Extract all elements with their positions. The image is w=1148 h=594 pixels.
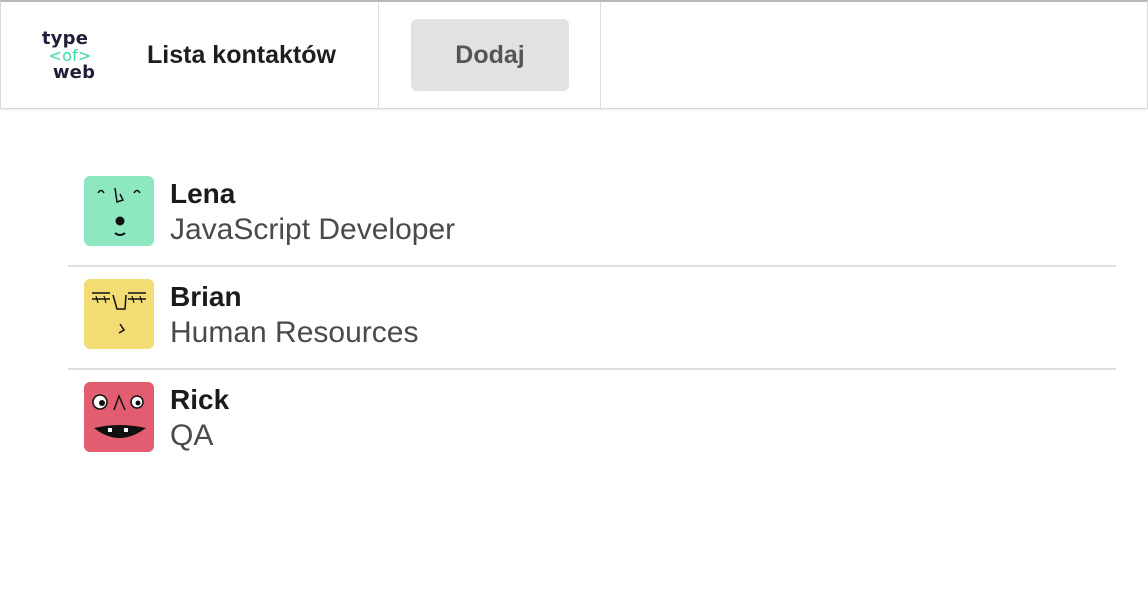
logo-text-line-1: type [41, 27, 89, 49]
contact-name: Brian [170, 281, 242, 312]
contact-info: Brian Human Resources [170, 279, 418, 351]
contact-list: Lena JavaScript Developer Brian Human Re… [68, 164, 1116, 473]
top-navbar: type <of> web Lista kontaktów Dodaj [0, 0, 1148, 109]
face-avatar-icon [92, 292, 146, 334]
contact-list-item[interactable]: Lena JavaScript Developer [68, 164, 1116, 267]
contact-name: Rick [170, 384, 230, 415]
action-section: Dodaj [379, 2, 601, 108]
contact-name: Lena [170, 178, 236, 209]
type-of-web-logo[interactable]: type <of> web [37, 25, 103, 85]
logo-text-line-3: web [52, 61, 96, 83]
contact-info: Lena JavaScript Developer [170, 176, 455, 248]
add-contact-button[interactable]: Dodaj [411, 19, 569, 91]
app-window: type <of> web Lista kontaktów Dodaj Lena… [0, 0, 1148, 594]
contact-list-item[interactable]: Rick QA [68, 370, 1116, 473]
contact-list-item[interactable]: Brian Human Resources [68, 267, 1116, 370]
brand-section: type <of> web Lista kontaktów [1, 2, 379, 108]
logo-text-line-2: <of> [48, 45, 92, 65]
contact-department: Human Resources [170, 316, 419, 349]
avatar [84, 279, 154, 349]
contact-info: Rick QA [170, 382, 229, 454]
face-avatar-icon [97, 187, 141, 236]
face-avatar-icon [92, 393, 146, 438]
contact-department: JavaScript Developer [170, 213, 456, 246]
avatar [84, 382, 154, 452]
contact-department: QA [170, 419, 214, 452]
avatar [84, 176, 154, 246]
page-title: Lista kontaktów [147, 40, 336, 69]
